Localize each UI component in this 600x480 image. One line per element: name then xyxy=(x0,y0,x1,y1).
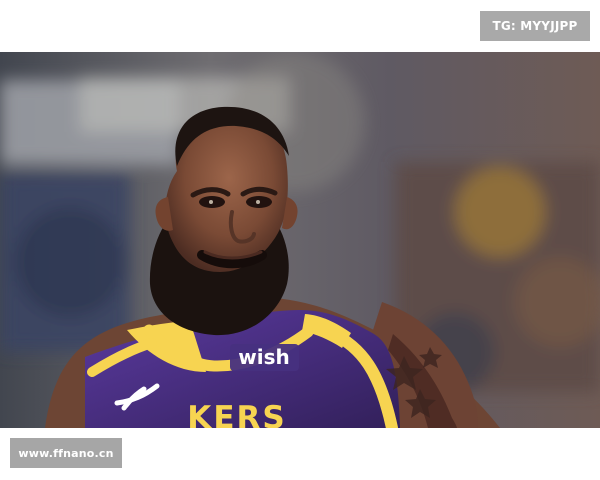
page: TG: MYYJJPP wish KERS www.ffnano.cn xyxy=(0,0,600,480)
player-photo: wish KERS xyxy=(0,52,600,428)
jersey-wish-logo: wish xyxy=(238,345,289,369)
photo-illustration: wish KERS xyxy=(0,52,600,428)
bottom-watermark: www.ffnano.cn xyxy=(10,438,122,468)
top-watermark: TG: MYYJJPP xyxy=(480,11,590,41)
jersey-team-letters: KERS xyxy=(187,400,286,428)
